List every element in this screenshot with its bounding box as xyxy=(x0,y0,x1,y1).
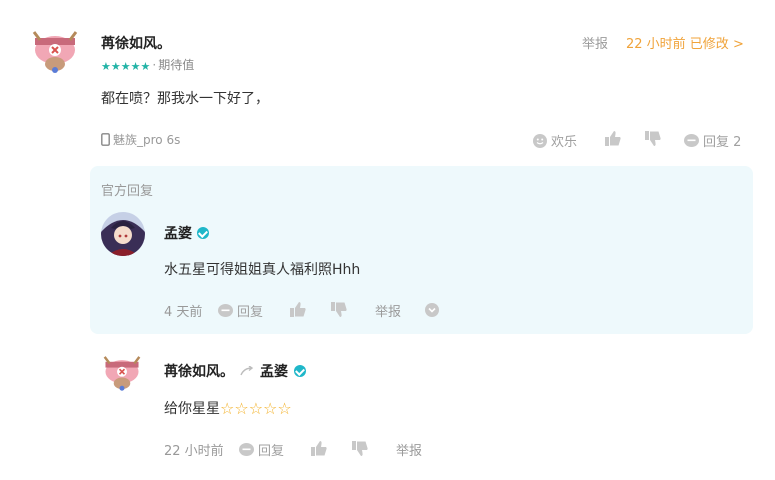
user-avatar[interactable] xyxy=(32,30,78,78)
official-avatar[interactable] xyxy=(101,212,145,256)
official-reply-body: 水五星可得姐姐真人福利照Hhh xyxy=(164,262,361,278)
thumbs-down-icon[interactable] xyxy=(645,131,661,146)
smile-icon xyxy=(533,133,547,148)
official-report-link[interactable]: 举报 xyxy=(375,301,401,320)
chat-bubble-icon xyxy=(684,133,699,147)
official-username[interactable]: 孟婆 xyxy=(164,223,192,243)
thumbs-down-icon[interactable] xyxy=(352,441,368,456)
star-emoji: ☆ xyxy=(248,398,264,418)
sub-reply-button[interactable]: 回复 xyxy=(239,440,284,459)
phone-icon xyxy=(101,133,110,146)
thumbs-up-icon[interactable] xyxy=(290,302,306,317)
edit-time-link[interactable]: 22 小时前 已修改 > xyxy=(626,33,744,52)
rating-row: ★★★★★ · 期待值 xyxy=(101,55,194,74)
chevron-down-icon[interactable] xyxy=(425,303,439,317)
thumbs-up-icon[interactable] xyxy=(605,131,621,146)
chat-bubble-icon xyxy=(239,442,254,456)
thumbs-down-icon[interactable] xyxy=(331,302,347,317)
verified-icon xyxy=(294,365,306,377)
chat-bubble-icon xyxy=(218,303,233,317)
verified-icon xyxy=(197,227,209,239)
sub-reply-time: 22 小时前 xyxy=(164,444,224,459)
official-reply-button[interactable]: 回复 xyxy=(218,301,263,320)
thumbs-up-icon[interactable] xyxy=(311,441,327,456)
report-link[interactable]: 举报 xyxy=(582,33,608,52)
sub-reply-username[interactable]: 苒徐如风。 xyxy=(164,361,234,381)
sub-report-link[interactable]: 举报 xyxy=(396,440,422,459)
star-emoji: ☆ xyxy=(220,398,235,418)
reply-to-username[interactable]: 孟婆 xyxy=(260,361,288,381)
reply-button[interactable]: 回复 2 xyxy=(684,131,741,150)
sub-reply-body: 给你星星 ☆ ☆ ☆ ☆ ☆ xyxy=(164,398,292,418)
sub-reply-header: 苒徐如风。 孟婆 xyxy=(164,361,306,381)
official-reply-time: 4 天前 xyxy=(164,305,203,320)
star-emoji: ☆ xyxy=(277,398,292,418)
comment-body: 都在喷？那我水一下好了， xyxy=(101,91,269,107)
comment-username[interactable]: 苒徐如风。 xyxy=(101,33,171,53)
device-info: 魅族_pro 6s xyxy=(101,131,180,148)
reply-arrow-icon xyxy=(240,366,254,376)
star-emoji: ☆ xyxy=(234,398,249,418)
official-reply-label: 官方回复 xyxy=(101,184,154,199)
official-user: 孟婆 xyxy=(164,223,209,243)
sub-reply-avatar[interactable] xyxy=(103,355,141,395)
rating-label: 期待值 xyxy=(158,58,195,72)
star-emoji: ☆ xyxy=(263,398,278,418)
funny-button[interactable]: 欢乐 xyxy=(533,131,577,150)
rating-stars: ★★★★★ xyxy=(101,60,151,73)
